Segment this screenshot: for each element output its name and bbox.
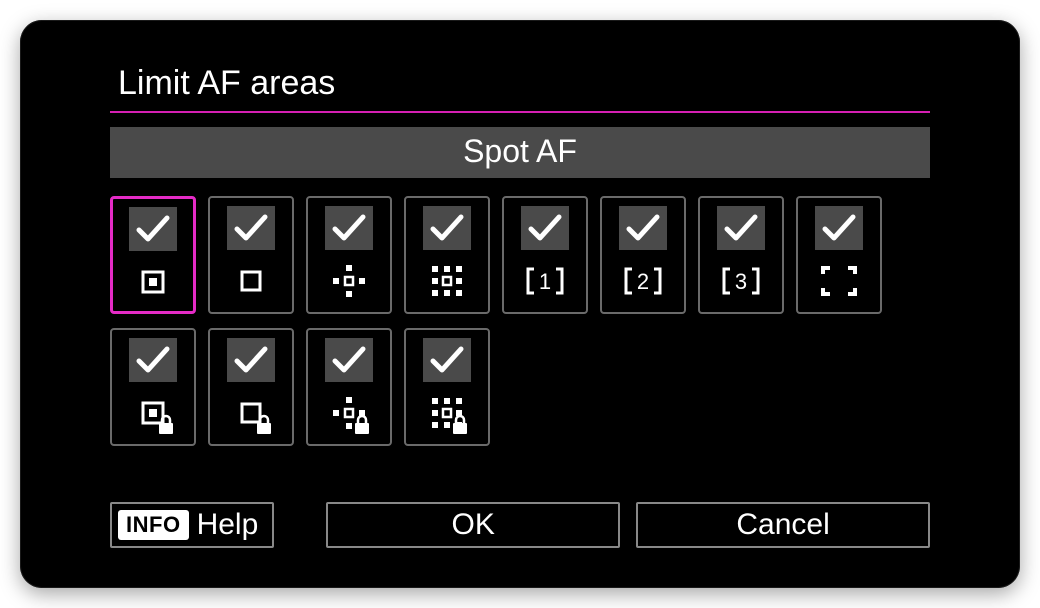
af-tile-spot-af-lock[interactable] [110, 328, 196, 446]
check-icon [129, 338, 177, 382]
single-icon [221, 260, 281, 304]
af-tile-flexible-zone-3[interactable]: 3 [698, 196, 784, 314]
check-icon [227, 338, 275, 382]
check-icon [717, 206, 765, 250]
footer-bar: INFO Help OK Cancel [110, 502, 930, 548]
af-tile-expand-cross[interactable] [306, 196, 392, 314]
current-mode-label: Spot AF [110, 127, 930, 178]
check-icon [227, 206, 275, 250]
cross-lock-icon [319, 392, 379, 436]
af-area-grid: 1 2 3 [110, 196, 930, 446]
svg-text:2: 2 [637, 269, 649, 294]
svg-text:3: 3 [735, 269, 747, 294]
af-tile-1pt-af[interactable] [208, 196, 294, 314]
check-icon [423, 206, 471, 250]
page-title: Limit AF areas [110, 60, 930, 113]
check-icon [521, 206, 569, 250]
af-tile-spot-af[interactable] [110, 196, 196, 314]
spot-icon [123, 261, 183, 305]
ok-button[interactable]: OK [326, 502, 620, 548]
af-tile-expand-around-lock[interactable] [404, 328, 490, 446]
help-label: Help [197, 508, 259, 542]
check-icon [619, 206, 667, 250]
info-badge: INFO [118, 510, 189, 540]
info-help-button[interactable]: INFO Help [110, 502, 274, 548]
around-icon [417, 260, 477, 304]
af-tile-whole-area[interactable] [796, 196, 882, 314]
check-icon [129, 207, 177, 251]
single-lock-icon [221, 392, 281, 436]
af-area-row-2 [110, 328, 930, 446]
spot-lock-icon [123, 392, 183, 436]
around-lock-icon [417, 392, 477, 436]
check-icon [325, 338, 373, 382]
check-icon [423, 338, 471, 382]
af-area-row-1: 1 2 3 [110, 196, 930, 314]
af-tile-flexible-zone-2[interactable]: 2 [600, 196, 686, 314]
af-tile-expand-cross-lock[interactable] [306, 328, 392, 446]
af-tile-expand-around[interactable] [404, 196, 490, 314]
camera-menu-screen: Limit AF areas Spot AF 1 2 3 INFO Help OK … [20, 20, 1020, 588]
zone1-icon: 1 [515, 260, 575, 304]
af-tile-1pt-af-lock[interactable] [208, 328, 294, 446]
zone2-icon: 2 [613, 260, 673, 304]
check-icon [815, 206, 863, 250]
cross-icon [319, 260, 379, 304]
cancel-button[interactable]: Cancel [636, 502, 930, 548]
svg-text:1: 1 [539, 269, 551, 294]
whole-icon [809, 260, 869, 304]
zone3-icon: 3 [711, 260, 771, 304]
check-icon [325, 206, 373, 250]
af-tile-flexible-zone-1[interactable]: 1 [502, 196, 588, 314]
